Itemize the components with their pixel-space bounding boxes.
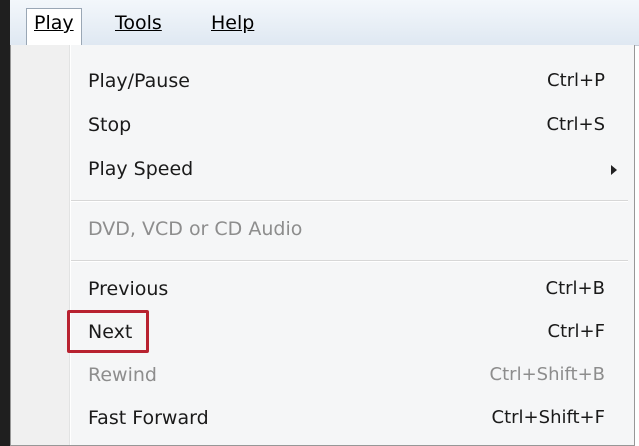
menu-item-stop[interactable]: Stop Ctrl+S xyxy=(71,105,631,145)
menu-item-play-speed[interactable]: Play Speed xyxy=(71,149,631,189)
menu-item-shortcut: Ctrl+P xyxy=(547,70,605,91)
menu-separator xyxy=(71,200,628,202)
icon-gutter xyxy=(11,45,69,445)
annotation-highlight-box xyxy=(67,310,149,353)
menu-item-shortcut: Ctrl+Shift+B xyxy=(489,364,605,385)
menu-item-rewind: Rewind Ctrl+Shift+B xyxy=(71,355,631,395)
menu-item-fast-forward[interactable]: Fast Forward Ctrl+Shift+F xyxy=(71,398,631,438)
menu-item-label: Previous xyxy=(88,278,169,300)
menu-help[interactable]: Help xyxy=(204,9,261,38)
menu-play[interactable]: Play xyxy=(26,8,82,46)
menu-help-label: Help xyxy=(211,12,255,34)
menu-item-label: Rewind xyxy=(88,364,157,386)
menu-separator xyxy=(71,260,628,262)
menu-item-shortcut: Ctrl+S xyxy=(546,114,605,135)
play-dropdown-menu: Play/Pause Ctrl+P Stop Ctrl+S Play Speed… xyxy=(10,45,635,446)
submenu-arrow-icon xyxy=(611,165,617,175)
menu-item-label: Fast Forward xyxy=(88,407,209,429)
menu-play-label: Play xyxy=(34,12,74,34)
menu-item-label: Stop xyxy=(88,114,132,136)
menu-item-label: Play Speed xyxy=(88,158,194,180)
menu-tools-label: Tools xyxy=(115,12,162,34)
screenshot: Play Tools Help Play/Pause Ctrl+P Stop C… xyxy=(0,0,639,446)
menu-item-label: DVD, VCD or CD Audio xyxy=(88,218,303,240)
menu-item-dvd-vcd-cd-audio: DVD, VCD or CD Audio xyxy=(71,209,631,249)
menu-item-next[interactable]: Next Ctrl+F xyxy=(71,312,631,352)
menu-bar: Play Tools Help xyxy=(10,0,639,46)
menu-item-label: Play/Pause xyxy=(88,70,190,92)
menu-item-previous[interactable]: Previous Ctrl+B xyxy=(71,269,631,309)
window-edge xyxy=(0,0,10,446)
menu-item-shortcut: Ctrl+Shift+F xyxy=(491,407,605,428)
menu-item-play-pause[interactable]: Play/Pause Ctrl+P xyxy=(71,61,631,101)
menu-tools[interactable]: Tools xyxy=(108,9,169,38)
menu-item-shortcut: Ctrl+F xyxy=(547,321,605,342)
menu-item-shortcut: Ctrl+B xyxy=(545,278,605,299)
